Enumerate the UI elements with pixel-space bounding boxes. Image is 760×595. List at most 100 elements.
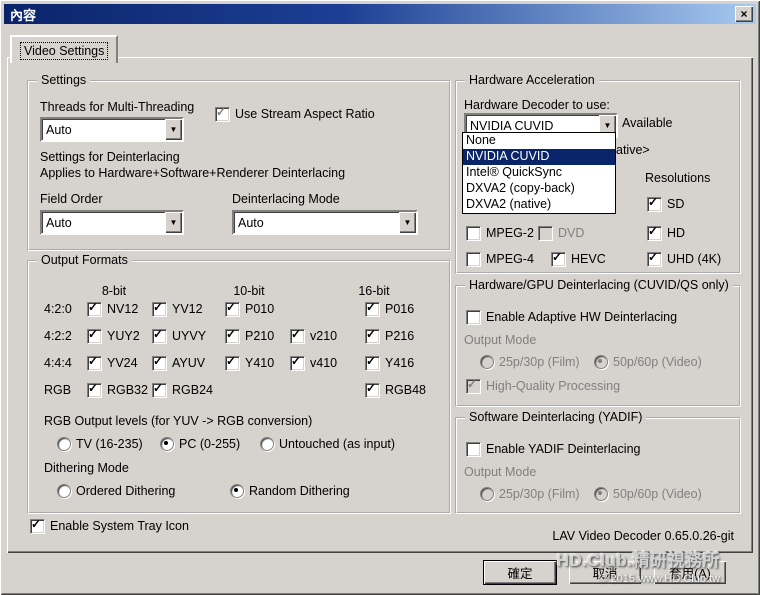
checkbox-icon xyxy=(466,442,481,457)
uhd4k-checkbox[interactable]: UHD (4K) xyxy=(647,252,721,266)
checkbox-icon xyxy=(152,356,167,371)
hw-deinterlacing-group: Hardware/GPU Deinterlacing (CUVID/QS onl… xyxy=(455,285,741,407)
field-order-combobox-value: Auto xyxy=(42,216,165,230)
ok-button[interactable]: 確定 xyxy=(484,561,556,584)
y416-checkbox[interactable]: Y416 xyxy=(365,356,414,370)
checkbox-label: Y416 xyxy=(385,356,414,370)
p216-checkbox[interactable]: P216 xyxy=(365,329,414,343)
row-label-444: 4:4:4 xyxy=(44,356,72,370)
checkbox-icon xyxy=(551,252,566,267)
v210-checkbox[interactable]: v210 xyxy=(290,329,337,343)
p210-checkbox[interactable]: P210 xyxy=(225,329,274,343)
dropdown-item-nvidia-cuvid[interactable]: NVIDIA CUVID xyxy=(463,149,615,165)
checkbox-label: Enable Adaptive HW Deinterlacing xyxy=(486,310,677,324)
checkbox-label: HEVC xyxy=(571,252,606,266)
field-order-label: Field Order xyxy=(40,192,103,206)
field-order-combobox[interactable]: Auto ▼ xyxy=(40,210,184,235)
checkbox-label: SD xyxy=(667,197,684,211)
random-dithering-radio[interactable]: Random Dithering xyxy=(230,484,350,498)
close-button[interactable]: × xyxy=(735,6,753,22)
radio-icon xyxy=(480,355,494,369)
dropdown-item-none[interactable]: None xyxy=(463,133,615,149)
checkbox-icon xyxy=(365,383,380,398)
deinterlacing-settings-title: Settings for Deinterlacing xyxy=(40,150,180,164)
yv24-checkbox[interactable]: YV24 xyxy=(87,356,138,370)
system-tray-checkbox[interactable]: Enable System Tray Icon xyxy=(30,519,189,533)
checkbox-label: YUY2 xyxy=(107,329,140,343)
settings-group: Settings Threads for Multi-Threading Aut… xyxy=(27,80,451,251)
dvd-checkbox: DVD xyxy=(538,226,584,240)
uyvy-checkbox[interactable]: UYVY xyxy=(152,329,206,343)
apply-button[interactable]: 套用(A) xyxy=(654,561,726,584)
threads-combobox-value: Auto xyxy=(42,123,165,137)
radio-icon xyxy=(160,437,174,451)
checkbox-icon xyxy=(647,226,662,241)
checkbox-label: NV12 xyxy=(107,302,138,316)
chevron-down-icon: ▼ xyxy=(165,119,182,140)
nv12-checkbox[interactable]: NV12 xyxy=(87,302,138,316)
checkbox-label: High-Quality Processing xyxy=(486,379,620,393)
dropdown-item-intel-quicksync[interactable]: Intel® QuickSync xyxy=(463,165,615,181)
tab-video-settings[interactable]: Video Settings xyxy=(10,35,118,63)
rgb48-checkbox[interactable]: RGB48 xyxy=(365,383,426,397)
pc-levels-radio[interactable]: PC (0-255) xyxy=(160,437,240,451)
tab-label: Video Settings xyxy=(21,43,107,59)
deinterlacing-settings-subtitle: Applies to Hardware+Software+Renderer De… xyxy=(40,166,345,180)
ayuv-checkbox[interactable]: AYUV xyxy=(152,356,205,370)
tv-levels-radio[interactable]: TV (16-235) xyxy=(57,437,143,451)
checkbox-icon xyxy=(87,329,102,344)
cancel-button[interactable]: 取消 xyxy=(569,561,641,584)
p010-checkbox[interactable]: P010 xyxy=(225,302,274,316)
radio-icon xyxy=(57,437,71,451)
rgb24-checkbox[interactable]: RGB24 xyxy=(152,383,213,397)
ordered-dithering-radio[interactable]: Ordered Dithering xyxy=(57,484,175,498)
yadif-checkbox[interactable]: Enable YADIF Deinterlacing xyxy=(466,442,640,456)
checkbox-label: AYUV xyxy=(172,356,205,370)
checkbox-icon xyxy=(365,356,380,371)
checkbox-icon xyxy=(30,519,45,534)
checkbox-icon xyxy=(365,329,380,344)
title-bar: 內容 × xyxy=(4,4,756,24)
hd-checkbox[interactable]: HD xyxy=(647,226,685,240)
threads-combobox[interactable]: Auto ▼ xyxy=(40,117,184,142)
checkbox-icon xyxy=(647,252,662,267)
checkbox-icon xyxy=(225,356,240,371)
rgb32-checkbox[interactable]: RGB32 xyxy=(87,383,148,397)
close-icon: × xyxy=(740,8,747,20)
sw-output-mode-label: Output Mode xyxy=(464,465,536,479)
radio-label: Random Dithering xyxy=(249,484,350,498)
mpeg2-checkbox[interactable]: MPEG-2 xyxy=(466,226,534,240)
deint-mode-combobox[interactable]: Auto ▼ xyxy=(232,210,418,235)
hw-decoder-dropdown-list: None NVIDIA CUVID Intel® QuickSync DXVA2… xyxy=(462,132,616,214)
checkbox-label: P016 xyxy=(385,302,414,316)
row-label-420: 4:2:0 xyxy=(44,302,72,316)
column-header-16bit: 16-bit xyxy=(349,284,399,298)
dropdown-item-dxva2-native[interactable]: DXVA2 (native) xyxy=(463,197,615,213)
radio-icon xyxy=(480,487,494,501)
radio-label: 25p/30p (Film) xyxy=(499,487,580,501)
v410-checkbox[interactable]: v410 xyxy=(290,356,337,370)
sw-deinterlacing-group: Software Deinterlacing (YADIF) Enable YA… xyxy=(455,417,741,514)
adaptive-hw-deint-checkbox[interactable]: Enable Adaptive HW Deinterlacing xyxy=(466,310,677,324)
y410-checkbox[interactable]: Y410 xyxy=(225,356,274,370)
chevron-down-icon: ▼ xyxy=(165,212,182,233)
hevc-checkbox[interactable]: HEVC xyxy=(551,252,606,266)
sd-checkbox[interactable]: SD xyxy=(647,197,684,211)
checkbox-icon xyxy=(215,107,230,122)
column-header-10bit: 10-bit xyxy=(224,284,274,298)
checkbox-label: v410 xyxy=(310,356,337,370)
stream-aspect-checkbox[interactable]: Use Stream Aspect Ratio xyxy=(215,107,375,121)
hq-processing-checkbox: High-Quality Processing xyxy=(466,379,620,393)
mpeg4-checkbox[interactable]: MPEG-4 xyxy=(466,252,534,266)
yuy2-checkbox[interactable]: YUY2 xyxy=(87,329,140,343)
checkbox-label: RGB32 xyxy=(107,383,148,397)
dropdown-item-dxva2-copyback[interactable]: DXVA2 (copy-back) xyxy=(463,181,615,197)
threads-label: Threads for Multi-Threading xyxy=(40,100,194,114)
checkbox-label: RGB48 xyxy=(385,383,426,397)
untouched-levels-radio[interactable]: Untouched (as input) xyxy=(260,437,395,451)
checkbox-icon xyxy=(466,379,481,394)
p016-checkbox[interactable]: P016 xyxy=(365,302,414,316)
rgb-levels-label: RGB Output levels (for YUV -> RGB conver… xyxy=(44,414,312,428)
yv12-checkbox[interactable]: YV12 xyxy=(152,302,203,316)
sw-film-radio: 25p/30p (Film) xyxy=(480,487,580,501)
